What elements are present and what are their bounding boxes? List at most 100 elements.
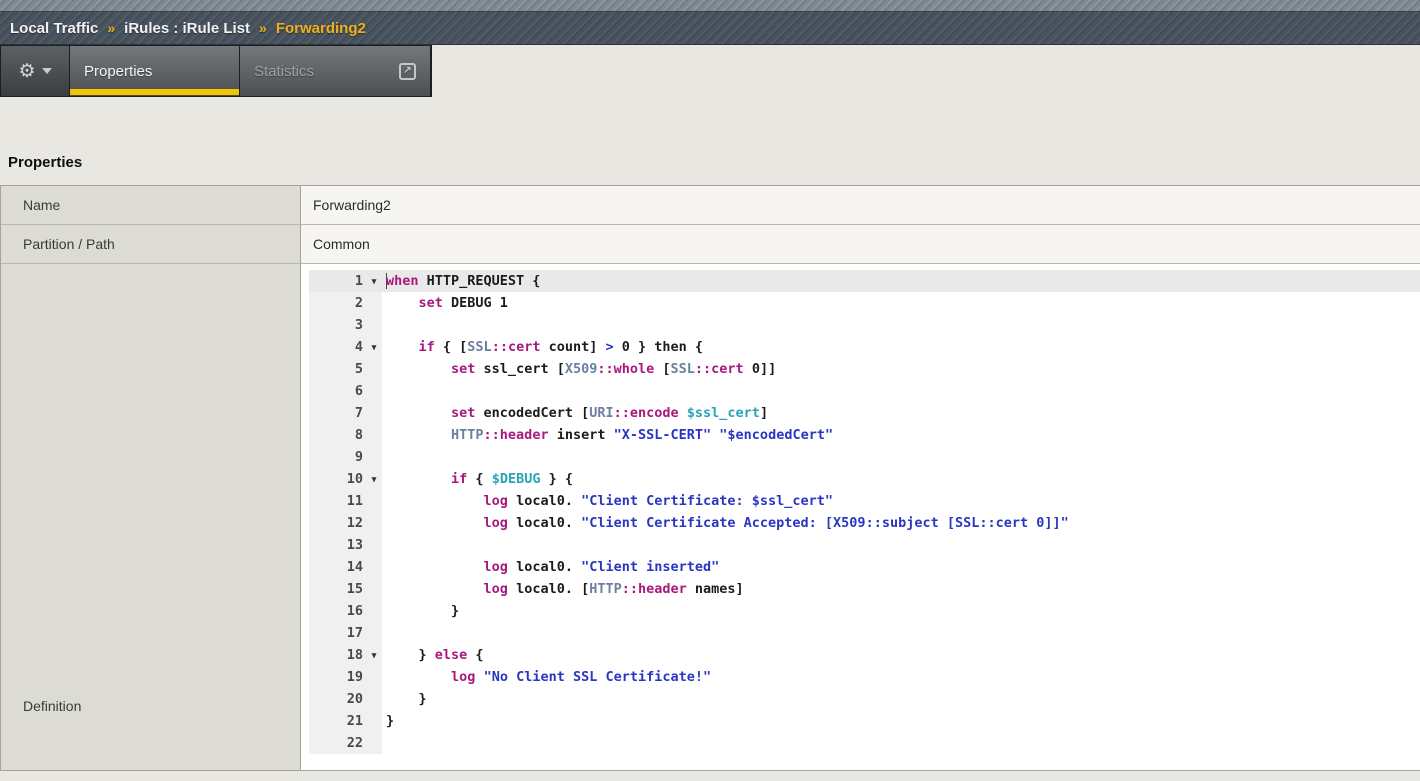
- code-text[interactable]: set encodedCert [URI::encode $ssl_cert]: [382, 402, 1420, 424]
- active-tab-indicator: [70, 89, 239, 95]
- line-gutter[interactable]: 6: [309, 380, 382, 402]
- code-text[interactable]: when HTTP_REQUEST {: [382, 270, 1420, 292]
- tab-statistics[interactable]: Statistics ↗: [240, 46, 431, 96]
- fold-toggle-icon[interactable]: ▾: [366, 650, 382, 661]
- code-line[interactable]: 10▾ if { $DEBUG } {: [309, 468, 1420, 490]
- code-text[interactable]: log local0. "Client Certificate Accepted…: [382, 512, 1420, 534]
- definition-cell: 1▾when HTTP_REQUEST {2 set DEBUG 134▾ if…: [301, 264, 1420, 770]
- line-number: 13: [309, 537, 366, 553]
- code-text[interactable]: if { $DEBUG } {: [382, 468, 1420, 490]
- code-line[interactable]: 22: [309, 732, 1420, 754]
- line-gutter[interactable]: 17: [309, 622, 382, 644]
- row-label: Definition: [23, 698, 81, 714]
- code-text[interactable]: log local0. "Client inserted": [382, 556, 1420, 578]
- code-text[interactable]: set DEBUG 1: [382, 292, 1420, 314]
- code-line[interactable]: 21}: [309, 710, 1420, 732]
- code-line[interactable]: 4▾ if { [SSL::cert count] > 0 } then {: [309, 336, 1420, 358]
- settings-menu-button[interactable]: ⚙: [1, 46, 70, 96]
- line-gutter[interactable]: 3: [309, 314, 382, 336]
- code-text[interactable]: [382, 314, 1420, 336]
- code-text[interactable]: }: [382, 710, 1420, 732]
- code-line[interactable]: 16 }: [309, 600, 1420, 622]
- code-line[interactable]: 12 log local0. "Client Certificate Accep…: [309, 512, 1420, 534]
- line-gutter[interactable]: 7: [309, 402, 382, 424]
- code-line[interactable]: 3: [309, 314, 1420, 336]
- code-text[interactable]: }: [382, 688, 1420, 710]
- code-line[interactable]: 20 }: [309, 688, 1420, 710]
- partition-value: Common: [301, 225, 1420, 263]
- line-gutter[interactable]: 1▾: [309, 270, 382, 292]
- code-line[interactable]: 9: [309, 446, 1420, 468]
- line-gutter[interactable]: 13: [309, 534, 382, 556]
- code-text[interactable]: set ssl_cert [X509::whole [SSL::cert 0]]: [382, 358, 1420, 380]
- breadcrumb-item-irule-list[interactable]: iRules : iRule List: [124, 20, 250, 37]
- code-text[interactable]: log local0. [HTTP::header names]: [382, 578, 1420, 600]
- code-text[interactable]: }: [382, 600, 1420, 622]
- code-text[interactable]: log local0. "Client Certificate: $ssl_ce…: [382, 490, 1420, 512]
- line-gutter[interactable]: 15: [309, 578, 382, 600]
- top-banner-strip: [0, 0, 1420, 11]
- code-line[interactable]: 14 log local0. "Client inserted": [309, 556, 1420, 578]
- line-number: 1: [309, 273, 366, 289]
- code-text[interactable]: [382, 622, 1420, 644]
- code-line[interactable]: 2 set DEBUG 1: [309, 292, 1420, 314]
- name-value: Forwarding2: [301, 186, 1420, 224]
- code-text[interactable]: [382, 732, 1420, 754]
- line-number: 14: [309, 559, 366, 575]
- code-line[interactable]: 11 log local0. "Client Certificate: $ssl…: [309, 490, 1420, 512]
- code-line[interactable]: 7 set encodedCert [URI::encode $ssl_cert…: [309, 402, 1420, 424]
- caret-down-icon: [42, 68, 52, 74]
- fold-toggle-icon[interactable]: ▾: [366, 276, 382, 287]
- code-line[interactable]: 1▾when HTTP_REQUEST {: [309, 270, 1420, 292]
- line-gutter[interactable]: 2: [309, 292, 382, 314]
- breadcrumb-separator-icon: »: [107, 20, 115, 36]
- code-text[interactable]: [382, 380, 1420, 402]
- line-gutter[interactable]: 14: [309, 556, 382, 578]
- code-line[interactable]: 17: [309, 622, 1420, 644]
- line-gutter[interactable]: 19: [309, 666, 382, 688]
- line-number: 15: [309, 581, 366, 597]
- line-number: 8: [309, 427, 366, 443]
- line-gutter[interactable]: 8: [309, 424, 382, 446]
- table-row-partition: Partition / Path Common: [1, 225, 1420, 264]
- code-text[interactable]: log "No Client SSL Certificate!": [382, 666, 1420, 688]
- fold-toggle-icon[interactable]: ▾: [366, 474, 382, 485]
- line-number: 16: [309, 603, 366, 619]
- line-gutter[interactable]: 18▾: [309, 644, 382, 666]
- line-gutter[interactable]: 5: [309, 358, 382, 380]
- line-number: 7: [309, 405, 366, 421]
- code-line[interactable]: 8 HTTP::header insert "X-SSL-CERT" "$enc…: [309, 424, 1420, 446]
- line-gutter[interactable]: 22: [309, 732, 382, 754]
- line-number: 5: [309, 361, 366, 377]
- code-text[interactable]: [382, 446, 1420, 468]
- code-line[interactable]: 19 log "No Client SSL Certificate!": [309, 666, 1420, 688]
- fold-toggle-icon[interactable]: ▾: [366, 342, 382, 353]
- line-gutter[interactable]: 9: [309, 446, 382, 468]
- line-gutter[interactable]: 11: [309, 490, 382, 512]
- line-gutter[interactable]: 4▾: [309, 336, 382, 358]
- line-gutter[interactable]: 10▾: [309, 468, 382, 490]
- row-label: Name: [1, 186, 301, 224]
- line-number: 21: [309, 713, 366, 729]
- line-gutter[interactable]: 20: [309, 688, 382, 710]
- code-line[interactable]: 5 set ssl_cert [X509::whole [SSL::cert 0…: [309, 358, 1420, 380]
- code-text[interactable]: } else {: [382, 644, 1420, 666]
- code-line[interactable]: 18▾ } else {: [309, 644, 1420, 666]
- row-label: Partition / Path: [1, 225, 301, 263]
- code-line[interactable]: 15 log local0. [HTTP::header names]: [309, 578, 1420, 600]
- code-text[interactable]: [382, 534, 1420, 556]
- line-gutter[interactable]: 16: [309, 600, 382, 622]
- line-number: 12: [309, 515, 366, 531]
- properties-table: Name Forwarding2 Partition / Path Common…: [0, 185, 1420, 771]
- line-number: 4: [309, 339, 366, 355]
- line-gutter[interactable]: 21: [309, 710, 382, 732]
- code-editor[interactable]: 1▾when HTTP_REQUEST {2 set DEBUG 134▾ if…: [301, 264, 1420, 770]
- line-gutter[interactable]: 12: [309, 512, 382, 534]
- line-number: 18: [309, 647, 366, 663]
- code-line[interactable]: 6: [309, 380, 1420, 402]
- breadcrumb-item-local-traffic[interactable]: Local Traffic: [10, 20, 98, 37]
- code-line[interactable]: 13: [309, 534, 1420, 556]
- code-text[interactable]: HTTP::header insert "X-SSL-CERT" "$encod…: [382, 424, 1420, 446]
- tab-properties[interactable]: Properties: [70, 46, 240, 96]
- code-text[interactable]: if { [SSL::cert count] > 0 } then {: [382, 336, 1420, 358]
